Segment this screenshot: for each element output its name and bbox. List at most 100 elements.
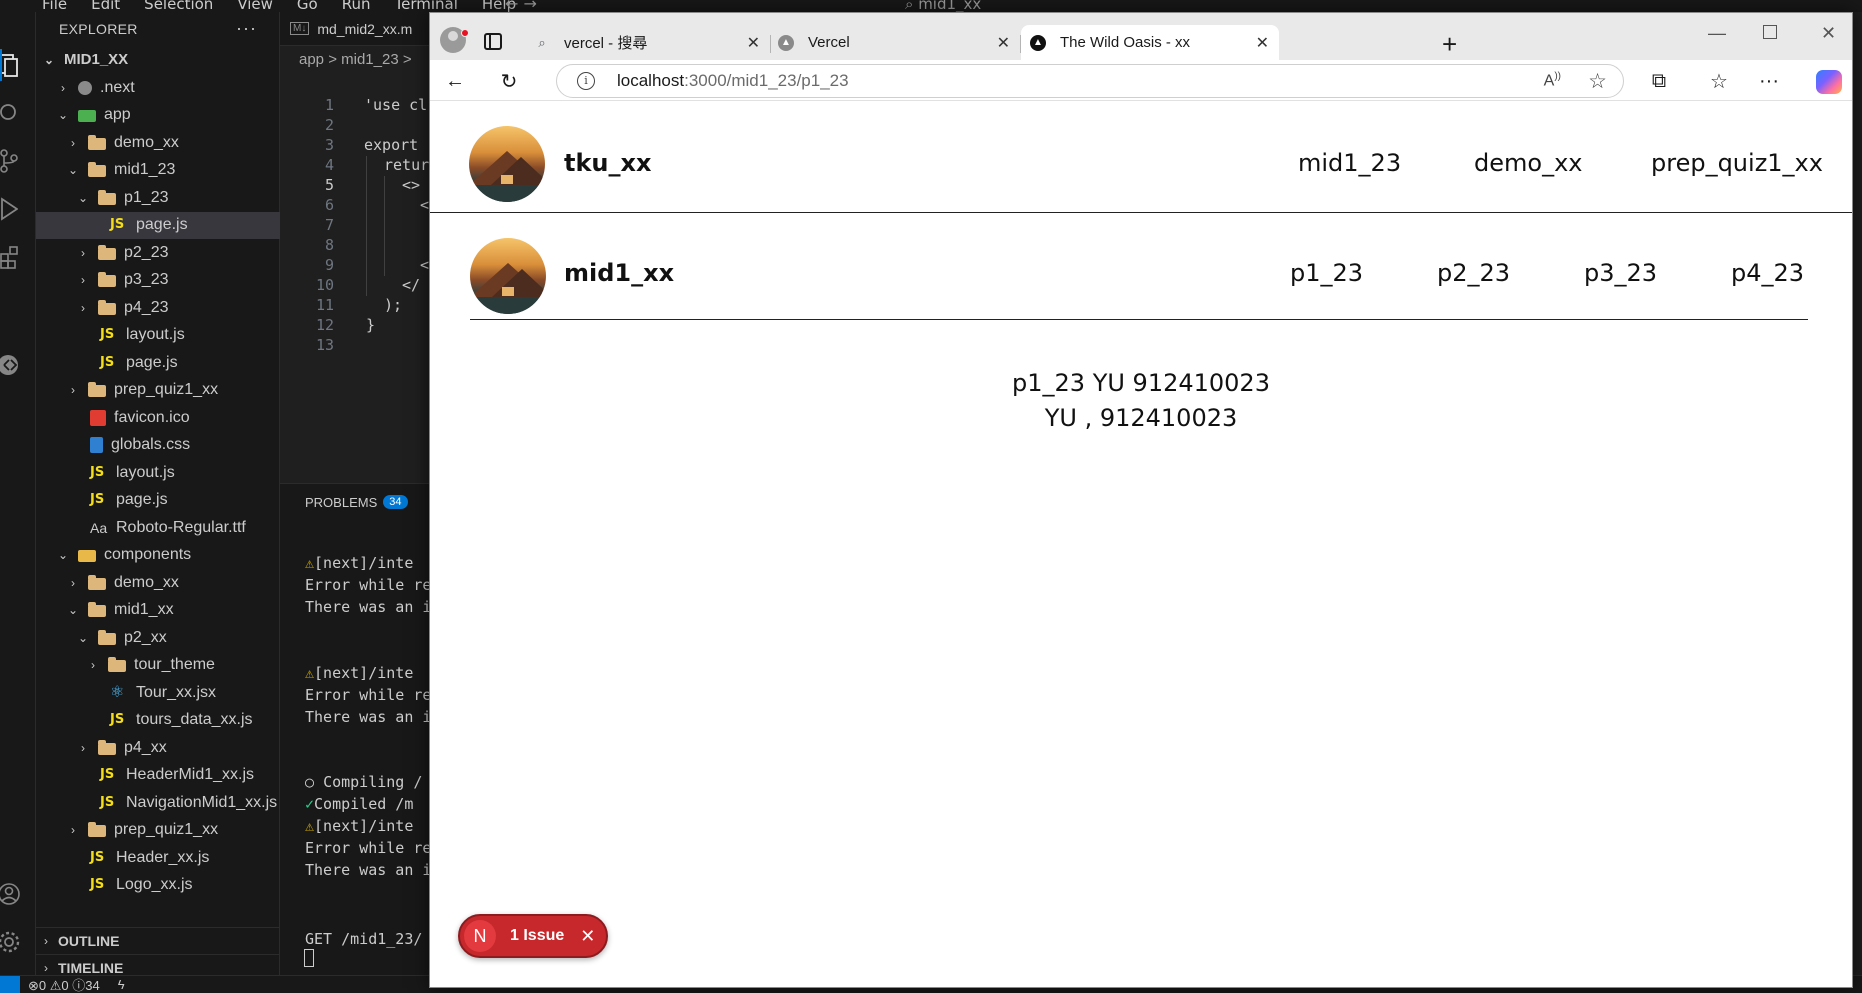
tree-label: Roboto-Regular.ttf bbox=[116, 518, 246, 536]
menu-terminal[interactable]: Terminal bbox=[383, 0, 470, 12]
sub-logo-image[interactable] bbox=[470, 238, 546, 314]
history-arrows-icon[interactable]: ← → bbox=[505, 0, 537, 12]
outline-section[interactable]: › OUTLINE bbox=[36, 927, 280, 954]
more-actions-icon[interactable]: ··· bbox=[236, 18, 257, 39]
menu-run[interactable]: Run bbox=[330, 0, 383, 12]
back-arrow-icon[interactable]: ← bbox=[442, 68, 468, 94]
tree-item-p2-xx[interactable]: ⌄ p2_xx bbox=[36, 624, 280, 652]
tree-item-tour-theme[interactable]: › tour_theme bbox=[36, 652, 280, 680]
favorite-star-icon[interactable]: ☆ bbox=[1588, 69, 1607, 94]
tree-item-globals-css[interactable]: globals.css bbox=[36, 432, 280, 460]
tree-item-page-js-selected[interactable]: JS page.js bbox=[36, 211, 280, 239]
sub-nav-link-p2-23[interactable]: p2_23 bbox=[1437, 259, 1510, 287]
tree-item-layout-js-app[interactable]: JS layout.js bbox=[36, 459, 280, 487]
settings-gear-icon[interactable] bbox=[0, 920, 36, 964]
tree-item-mid1-xx[interactable]: ⌄ mid1_xx bbox=[36, 597, 280, 625]
tree-item-demo-xx[interactable]: › demo_xx bbox=[36, 129, 280, 157]
more-menu-icon[interactable]: ··· bbox=[1756, 68, 1782, 94]
tree-item-next[interactable]: › .next bbox=[36, 74, 280, 102]
tree-item-p4-xx[interactable]: › p4_xx bbox=[36, 734, 280, 762]
tree-item-navigation-mid1[interactable]: JS NavigationMid1_xx.js bbox=[36, 789, 280, 817]
sub-brand-name[interactable]: mid1_xx bbox=[564, 259, 674, 287]
project-root[interactable]: ⌄ MID1_XX bbox=[36, 46, 280, 74]
problems-status[interactable]: ⊗0 ⚠0 ⓘ34 bbox=[28, 975, 100, 993]
tree-item-page-js-app[interactable]: JS page.js bbox=[36, 487, 280, 515]
sub-nav-link-p1-23[interactable]: p1_23 bbox=[1290, 259, 1363, 287]
read-aloud-icon[interactable]: A)) bbox=[1544, 71, 1561, 90]
folder-icon bbox=[98, 739, 116, 755]
close-window-icon[interactable]: ✕ bbox=[1821, 23, 1836, 44]
tree-item-mid1-23[interactable]: ⌄ mid1_23 bbox=[36, 157, 280, 185]
site-info-icon[interactable]: i bbox=[577, 72, 595, 90]
search-icon[interactable] bbox=[0, 91, 36, 135]
tree-item-p3-23[interactable]: › p3_23 bbox=[36, 267, 280, 295]
remote-indicator-icon[interactable] bbox=[0, 975, 20, 993]
nav-link-prep-quiz1-xx[interactable]: prep_quiz1_xx bbox=[1651, 149, 1823, 177]
menu-file[interactable]: File bbox=[30, 0, 79, 12]
lightning-icon[interactable]: ϟ bbox=[118, 977, 125, 992]
close-icon[interactable]: ✕ bbox=[1256, 33, 1269, 53]
source-control-icon[interactable] bbox=[0, 139, 36, 183]
nav-link-mid1-23[interactable]: mid1_23 bbox=[1298, 149, 1401, 177]
menu-edit[interactable]: Edit bbox=[79, 0, 132, 12]
browser-tab-wild-oasis[interactable]: ▲ The Wild Oasis - xx ✕ bbox=[1021, 25, 1279, 60]
js-file-icon: JS bbox=[90, 877, 105, 893]
sub-nav-link-p3-23[interactable]: p3_23 bbox=[1584, 259, 1657, 287]
brand-name[interactable]: tku_xx bbox=[564, 149, 651, 177]
tree-item-page-js[interactable]: JS page.js bbox=[36, 349, 280, 377]
tree-item-favicon[interactable]: favicon.ico bbox=[36, 404, 280, 432]
tree-item-demo-xx-comp[interactable]: › demo_xx bbox=[36, 569, 280, 597]
react-file-icon: ⚛ bbox=[110, 683, 125, 701]
close-icon[interactable]: ✕ bbox=[747, 33, 760, 53]
tree-item-p2-23[interactable]: › p2_23 bbox=[36, 239, 280, 267]
tab-actions-icon[interactable] bbox=[484, 33, 502, 50]
explorer-icon[interactable] bbox=[0, 43, 36, 87]
js-file-icon: JS bbox=[90, 492, 105, 508]
new-tab-plus-icon[interactable]: + bbox=[1442, 29, 1457, 60]
nav-link-demo-xx[interactable]: demo_xx bbox=[1474, 149, 1582, 177]
tree-item-p4-23[interactable]: › p4_23 bbox=[36, 294, 280, 322]
tree-item-tour-xx-jsx[interactable]: ⚛ Tour_xx.jsx bbox=[36, 679, 280, 707]
tree-item-logo-xx[interactable]: JS Logo_xx.js bbox=[36, 872, 280, 900]
tab-problems[interactable]: PROBLEMS 34 bbox=[280, 484, 435, 520]
browser-tab-search[interactable]: ⌕ vercel - 搜尋 ✕ bbox=[520, 25, 771, 60]
run-debug-icon[interactable] bbox=[0, 187, 36, 231]
url-text[interactable]: localhost:3000/mid1_23/p1_23 bbox=[617, 71, 849, 91]
minimize-icon[interactable]: — bbox=[1708, 23, 1726, 44]
tree-item-prep-quiz1-xx[interactable]: › prep_quiz1_xx bbox=[36, 377, 280, 405]
tree-item-header-xx[interactable]: JS Header_xx.js bbox=[36, 844, 280, 872]
browser-tab-vercel[interactable]: ▲ Vercel ✕ bbox=[770, 25, 1021, 60]
line-number: 7 bbox=[324, 216, 334, 234]
tree-item-components[interactable]: ⌄ components bbox=[36, 542, 280, 570]
nextjs-issues-badge[interactable]: N 1 Issue ✕ bbox=[458, 914, 608, 958]
menu-go[interactable]: Go bbox=[285, 0, 330, 12]
tree-label: layout.js bbox=[126, 326, 185, 344]
menu-view[interactable]: View bbox=[225, 0, 285, 12]
close-icon[interactable]: ✕ bbox=[997, 33, 1010, 53]
tree-label: p4_23 bbox=[124, 298, 169, 316]
breadcrumb[interactable]: app > mid1_23 > bbox=[280, 46, 435, 72]
editor-tab[interactable]: M↓ md_mid2_xx.m bbox=[280, 12, 435, 46]
close-icon[interactable]: ✕ bbox=[580, 926, 595, 947]
menu-selection[interactable]: Selection bbox=[132, 0, 225, 12]
notification-dot bbox=[461, 29, 469, 37]
tree-item-p1-23[interactable]: ⌄ p1_23 bbox=[36, 184, 280, 212]
logo-image[interactable] bbox=[469, 126, 545, 202]
address-bar[interactable]: i localhost:3000/mid1_23/p1_23 A)) ☆ bbox=[556, 64, 1624, 98]
extensions-icon[interactable] bbox=[0, 235, 36, 279]
tree-item-tours-data[interactable]: JS tours_data_xx.js bbox=[36, 707, 280, 735]
remote-explorer-icon[interactable] bbox=[0, 343, 36, 387]
tree-item-roboto-font[interactable]: Aa Roboto-Regular.ttf bbox=[36, 514, 280, 542]
tree-item-layout-js[interactable]: JS layout.js bbox=[36, 322, 280, 350]
tree-label: p3_23 bbox=[124, 271, 169, 289]
refresh-icon[interactable]: ↻ bbox=[496, 68, 522, 94]
maximize-icon[interactable] bbox=[1763, 25, 1777, 39]
tree-item-app[interactable]: ⌄ app bbox=[36, 102, 280, 130]
extensions-puzzle-icon[interactable]: ⧉ bbox=[1646, 68, 1672, 94]
favorites-icon[interactable]: ☆ bbox=[1706, 68, 1732, 94]
tree-item-prep-quiz1-comp[interactable]: › prep_quiz1_xx bbox=[36, 817, 280, 845]
accounts-icon[interactable] bbox=[0, 872, 36, 916]
sub-nav-link-p4-23[interactable]: p4_23 bbox=[1731, 259, 1804, 287]
tree-item-header-mid1[interactable]: JS HeaderMid1_xx.js bbox=[36, 762, 280, 790]
copilot-icon[interactable] bbox=[1816, 70, 1842, 94]
